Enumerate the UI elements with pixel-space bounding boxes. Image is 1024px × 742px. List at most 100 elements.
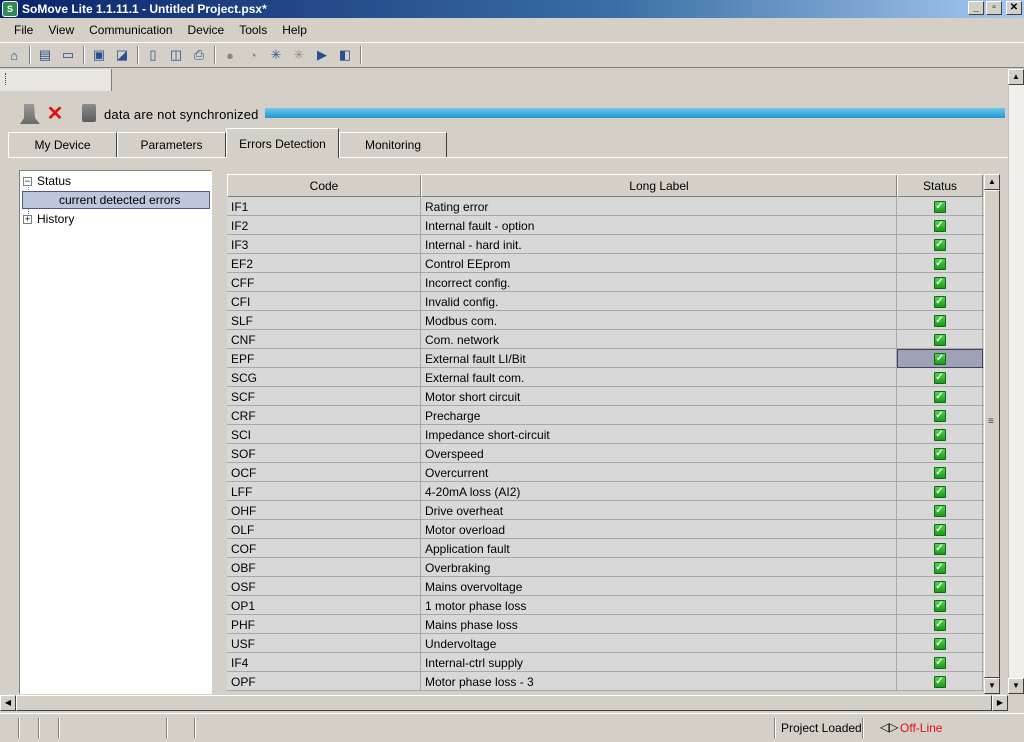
table-row[interactable]: IF2 Internal fault - option ✓: [227, 216, 984, 235]
cell-long-label[interactable]: Overspeed: [421, 444, 897, 463]
cell-status[interactable]: ✓: [897, 615, 983, 634]
cell-code[interactable]: IF4: [227, 653, 421, 672]
menu-device[interactable]: Device: [180, 23, 232, 37]
new-project-icon[interactable]: ▤: [35, 45, 55, 65]
tab-errors-detection[interactable]: Errors Detection: [226, 128, 339, 158]
cell-long-label[interactable]: Overcurrent: [421, 463, 897, 482]
cell-status[interactable]: ✓: [897, 558, 983, 577]
table-row[interactable]: OCF Overcurrent ✓: [227, 463, 984, 482]
table-row[interactable]: CRF Precharge ✓: [227, 406, 984, 425]
column-header-status[interactable]: Status: [897, 175, 983, 197]
cell-code[interactable]: OSF: [227, 577, 421, 596]
cell-status[interactable]: ✓: [897, 387, 983, 406]
scroll-left-arrow-icon[interactable]: ◀: [0, 695, 16, 711]
collapse-icon[interactable]: −: [23, 176, 32, 186]
table-row[interactable]: IF1 Rating error ✓: [227, 197, 984, 216]
cell-status[interactable]: ✓: [897, 425, 983, 444]
toolbar-grip[interactable]: [0, 69, 112, 91]
table-scroll-down-icon[interactable]: ▼: [984, 678, 1000, 694]
cell-status[interactable]: ✓: [897, 216, 983, 235]
tab-parameters[interactable]: Parameters: [117, 132, 226, 158]
cell-status[interactable]: ✓: [897, 520, 983, 539]
network-icon[interactable]: ✳: [289, 45, 309, 65]
cell-code[interactable]: OHF: [227, 501, 421, 520]
cell-code[interactable]: SCG: [227, 368, 421, 387]
table-scroll-thumb[interactable]: [984, 190, 1000, 678]
cell-long-label[interactable]: Motor phase loss - 3: [421, 672, 897, 691]
horizontal-scroll-thumb[interactable]: [16, 695, 992, 711]
cell-code[interactable]: IF2: [227, 216, 421, 235]
save-icon[interactable]: ▣: [89, 45, 109, 65]
cell-status[interactable]: ✓: [897, 482, 983, 501]
cell-code[interactable]: SCF: [227, 387, 421, 406]
cell-long-label[interactable]: 4-20mA loss (AI2): [421, 482, 897, 501]
table-row[interactable]: OBF Overbraking ✓: [227, 558, 984, 577]
cell-status[interactable]: ✓: [897, 330, 983, 349]
cell-code[interactable]: OP1: [227, 596, 421, 615]
scan-network-icon[interactable]: ✳: [266, 45, 286, 65]
tree-node-history[interactable]: + History: [23, 210, 74, 228]
document-icon[interactable]: ▯: [143, 45, 163, 65]
cell-status[interactable]: ✓: [897, 235, 983, 254]
cell-long-label[interactable]: Mains phase loss: [421, 615, 897, 634]
tab-monitoring[interactable]: Monitoring: [339, 132, 447, 158]
cell-code[interactable]: CFF: [227, 273, 421, 292]
cell-status[interactable]: ✓: [897, 197, 983, 216]
cell-long-label[interactable]: Impedance short-circuit: [421, 425, 897, 444]
table-row[interactable]: EF2 Control EEprom ✓: [227, 254, 984, 273]
table-row[interactable]: CFI Invalid config. ✓: [227, 292, 984, 311]
cell-status[interactable]: ✓: [897, 273, 983, 292]
cell-long-label[interactable]: Control EEprom: [421, 254, 897, 273]
cell-code[interactable]: COF: [227, 539, 421, 558]
column-header-code[interactable]: Code: [227, 175, 421, 197]
table-row[interactable]: CNF Com. network ✓: [227, 330, 984, 349]
window-vertical-scrollbar[interactable]: ▲ ▼: [1008, 69, 1024, 694]
scroll-right-arrow-icon[interactable]: ▶: [992, 695, 1008, 711]
cell-long-label[interactable]: Modbus com.: [421, 311, 897, 330]
table-row[interactable]: SCI Impedance short-circuit ✓: [227, 425, 984, 444]
table-row[interactable]: CFF Incorrect config. ✓: [227, 273, 984, 292]
cell-status[interactable]: ✓: [897, 672, 983, 691]
cell-status[interactable]: ✓: [897, 577, 983, 596]
table-row[interactable]: COF Application fault ✓: [227, 539, 984, 558]
minimize-button[interactable]: _: [968, 1, 984, 15]
cell-status[interactable]: ✓: [897, 292, 983, 311]
cell-code[interactable]: CRF: [227, 406, 421, 425]
load-from-device-icon[interactable]: ◧: [335, 45, 355, 65]
cell-code[interactable]: USF: [227, 634, 421, 653]
cell-long-label[interactable]: Overbraking: [421, 558, 897, 577]
cell-code[interactable]: OLF: [227, 520, 421, 539]
cell-status[interactable]: ✓: [897, 311, 983, 330]
maximize-button[interactable]: ▫: [986, 1, 1002, 15]
cell-code[interactable]: LFF: [227, 482, 421, 501]
window-horizontal-scrollbar[interactable]: ◀ ▶: [0, 695, 1008, 711]
table-row[interactable]: EPF External fault LI/Bit ✓: [227, 349, 984, 368]
cell-long-label[interactable]: Drive overheat: [421, 501, 897, 520]
cell-code[interactable]: CNF: [227, 330, 421, 349]
expand-icon[interactable]: +: [23, 214, 32, 224]
cell-code[interactable]: EPF: [227, 349, 421, 368]
menu-help[interactable]: Help: [274, 23, 314, 37]
cell-code[interactable]: EF2: [227, 254, 421, 273]
cell-status[interactable]: ✓: [897, 501, 983, 520]
cell-status[interactable]: ✓: [897, 349, 983, 368]
cell-code[interactable]: PHF: [227, 615, 421, 634]
cell-long-label[interactable]: 1 motor phase loss: [421, 596, 897, 615]
table-row[interactable]: SCG External fault com. ✓: [227, 368, 984, 387]
cell-long-label[interactable]: External fault com.: [421, 368, 897, 387]
cell-code[interactable]: SOF: [227, 444, 421, 463]
home-icon[interactable]: ⌂: [4, 45, 24, 65]
cell-code[interactable]: IF3: [227, 235, 421, 254]
menu-communication[interactable]: Communication: [81, 23, 179, 37]
menu-tools[interactable]: Tools: [231, 23, 274, 37]
cell-long-label[interactable]: Mains overvoltage: [421, 577, 897, 596]
scroll-up-arrow-icon[interactable]: ▲: [1008, 69, 1024, 85]
cell-long-label[interactable]: Precharge: [421, 406, 897, 425]
print-icon[interactable]: ⎙: [189, 45, 209, 65]
cell-long-label[interactable]: Com. network: [421, 330, 897, 349]
table-row[interactable]: OPF Motor phase loss - 3 ✓: [227, 672, 984, 691]
cell-code[interactable]: SCI: [227, 425, 421, 444]
cell-long-label[interactable]: Undervoltage: [421, 634, 897, 653]
cell-long-label[interactable]: Internal fault - option: [421, 216, 897, 235]
table-row[interactable]: PHF Mains phase loss ✓: [227, 615, 984, 634]
